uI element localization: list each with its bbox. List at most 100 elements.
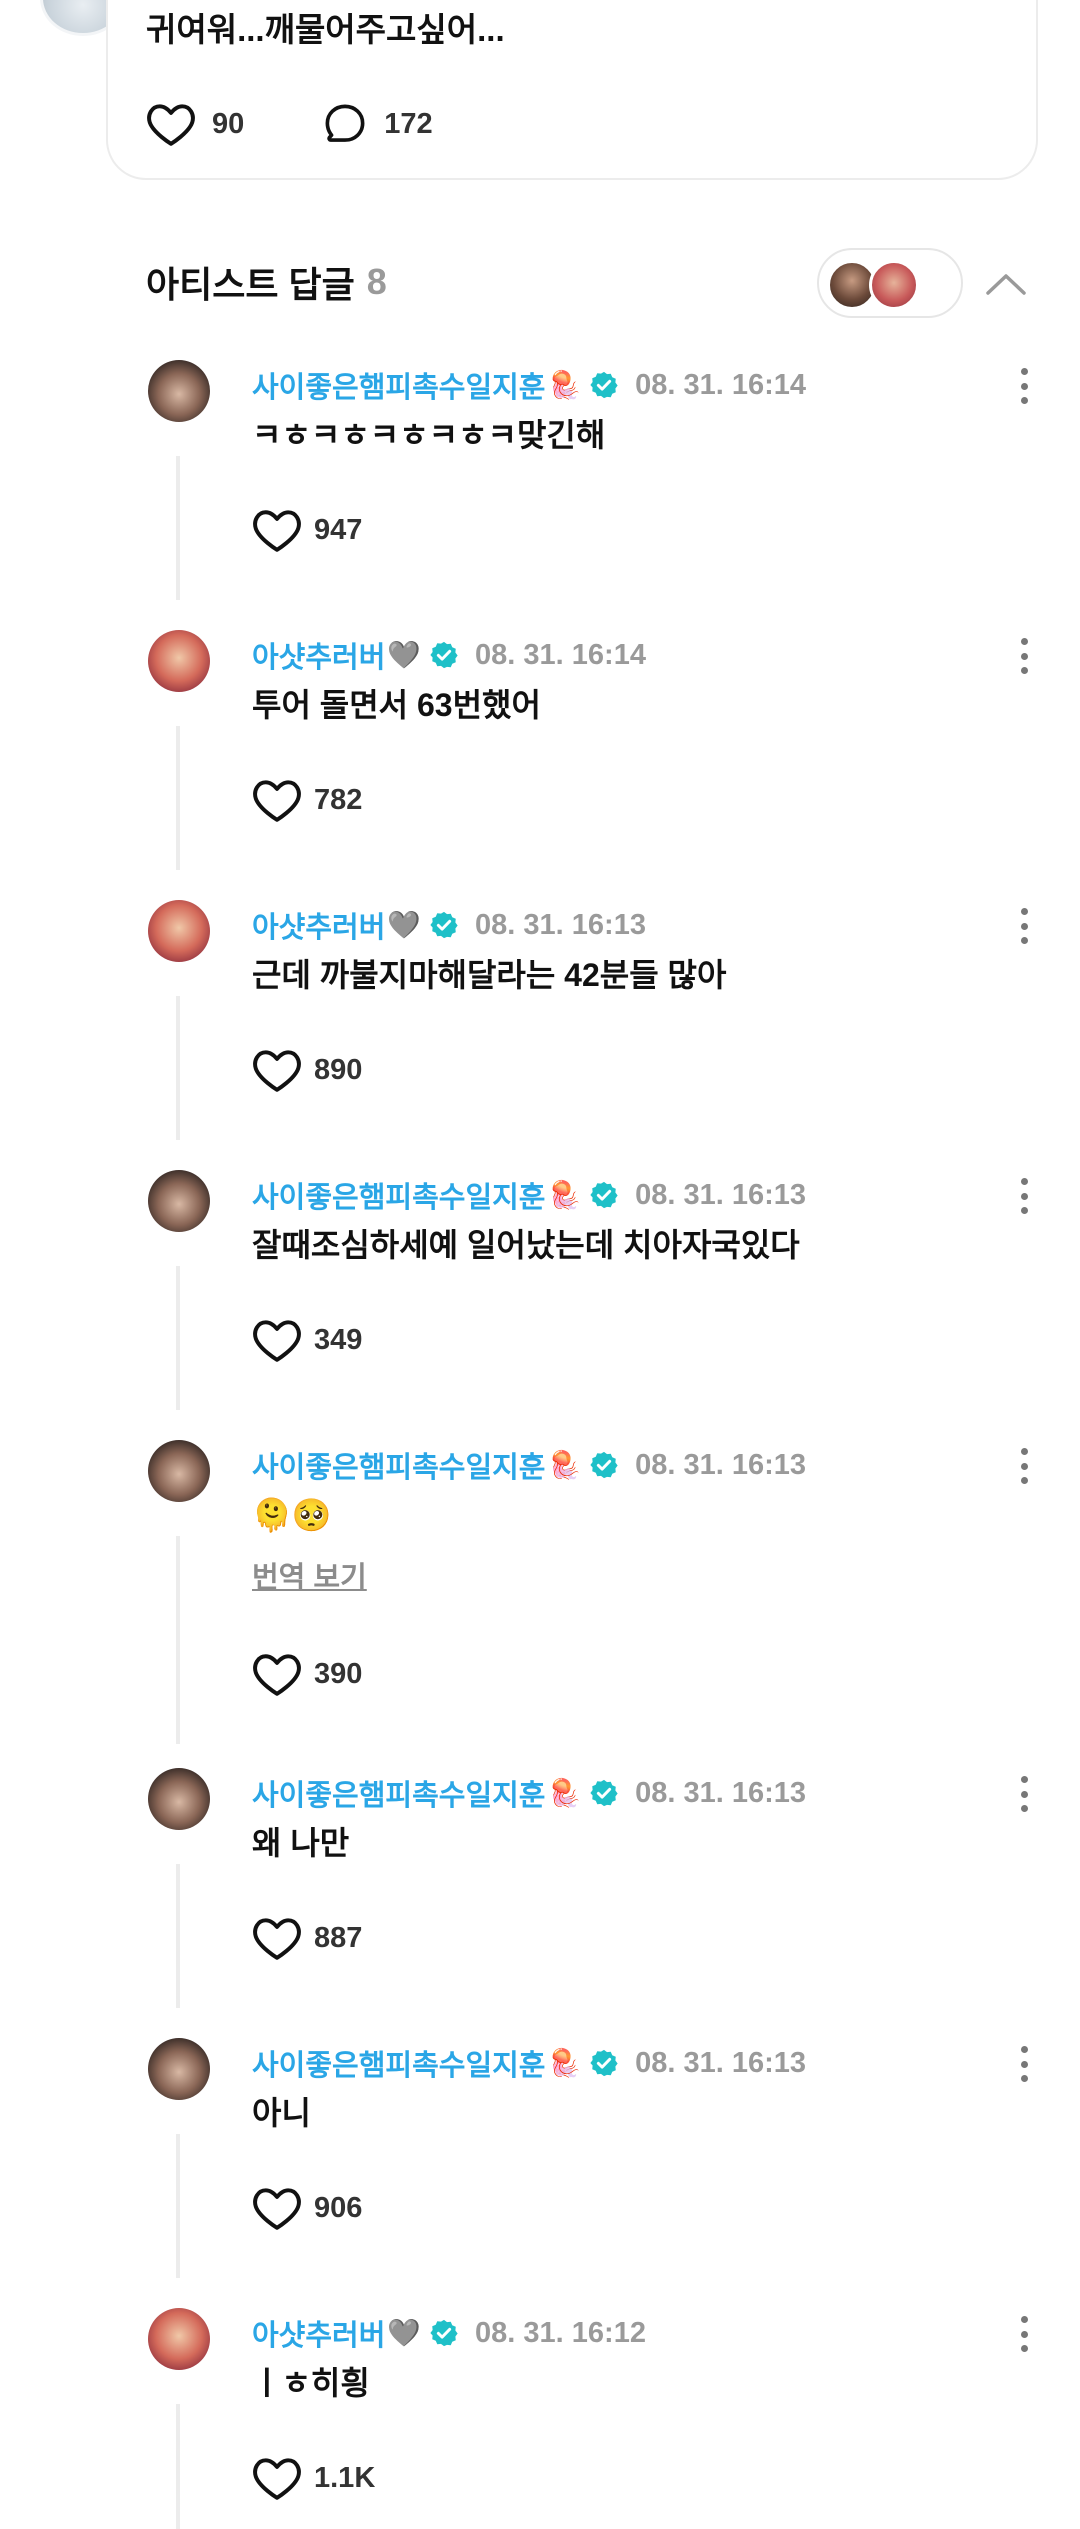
verified-badge-icon (589, 1778, 619, 1808)
reply-item: 사이좋은햄피촉수일지훈 🪼 08. 31. 16:13 왜 나만 887 (0, 1768, 1080, 2028)
speech-bubble-icon (325, 104, 365, 142)
verified-badge-icon (589, 2048, 619, 2078)
reply-author[interactable]: 사이좋은햄피촉수일지훈 (252, 1444, 545, 1486)
reply-item: 아샷추러버 🩶 08. 31. 16:12 ㅣㅎ히힁 1.1K (0, 2308, 1080, 2529)
reply-meta: 사이좋은햄피촉수일지훈 🪼 08. 31. 16:13 (252, 2040, 806, 2086)
reply-meta: 사이좋은햄피촉수일지훈 🪼 08. 31. 16:13 (252, 1770, 806, 1816)
reply-like-count: 947 (314, 513, 363, 546)
reply-meta: 사이좋은햄피촉수일지훈 🪼 08. 31. 16:14 (252, 362, 806, 408)
reply-like-button[interactable]: 390 (252, 1646, 362, 1702)
reply-time: 08. 31. 16:14 (635, 368, 807, 401)
reply-text: 근데 까불지마해달라는 42분들 많아 (252, 957, 727, 993)
fan-post-text: 귀여워...깨물어주고싶어... (146, 11, 505, 48)
reply-time: 08. 31. 16:13 (635, 2046, 807, 2079)
reply-time: 08. 31. 16:14 (475, 638, 646, 671)
section-title: 아티스트 답글 (146, 264, 355, 305)
reply-item: 아샷추러버 🩶 08. 31. 16:13 근데 까불지마해달라는 42분들 많… (0, 900, 1080, 1160)
reply-like-button[interactable]: 947 (252, 502, 362, 558)
reply-author[interactable]: 사이좋은햄피촉수일지훈 (252, 1772, 545, 1814)
reply-like-button[interactable]: 887 (252, 1910, 362, 1966)
reply-avatar[interactable] (148, 1170, 210, 1232)
reply-item: 아샷추러버 🩶 08. 31. 16:14 투어 돌면서 63번했어 782 (0, 630, 1080, 890)
reply-like-button[interactable]: 1.1K (252, 2450, 375, 2506)
reply-text: ㅣㅎ히힁 (252, 2365, 370, 2401)
more-options-button[interactable] (1012, 1444, 1036, 1488)
author-emoji: 🪼 (547, 1180, 582, 1210)
collapse-button[interactable] (980, 258, 1032, 310)
heart-outline-icon (253, 1320, 301, 1362)
author-emoji: 🩶 (387, 910, 422, 940)
section-count: 8 (366, 261, 387, 302)
reply-time: 08. 31. 16:13 (635, 1448, 807, 1481)
heart-outline-icon (253, 2188, 301, 2230)
reply-like-count: 887 (314, 1921, 363, 1954)
verified-badge-icon (589, 1450, 619, 1480)
artist-avatar-asha (869, 260, 919, 310)
fan-post-comment-count: 172 (384, 107, 433, 140)
reply-item: 사이좋은햄피촉수일지훈 🪼 08. 31. 16:13 아니 906 (0, 2038, 1080, 2298)
reply-time: 08. 31. 16:13 (475, 908, 646, 941)
more-options-button[interactable] (1012, 1772, 1036, 1816)
reply-text: 잘때조심하세예 일어났는데 치아자국있다 (252, 1227, 800, 1263)
heart-outline-icon (253, 510, 301, 552)
reply-like-button[interactable]: 906 (252, 2180, 362, 2236)
heart-outline-icon (147, 104, 195, 146)
reply-meta: 사이좋은햄피촉수일지훈 🪼 08. 31. 16:13 (252, 1442, 806, 1488)
reply-text: 아니 (252, 2095, 311, 2131)
fan-post-comment-button[interactable]: 172 (322, 101, 433, 147)
reply-avatar[interactable] (148, 900, 210, 962)
reply-meta: 아샷추러버 🩶 08. 31. 16:14 (252, 632, 646, 678)
more-options-button[interactable] (1012, 364, 1036, 408)
reply-text: ㅋㅎㅋㅎㅋㅎㅋㅎㅋ맞긴해 (252, 417, 606, 453)
reply-meta: 아샷추러버 🩶 08. 31. 16:13 (252, 902, 646, 948)
reply-author[interactable]: 사이좋은햄피촉수일지훈 (252, 1174, 545, 1216)
reply-avatar[interactable] (148, 360, 210, 422)
author-emoji: 🪼 (547, 2048, 582, 2078)
fan-post-like-button[interactable]: 90 (146, 101, 244, 147)
reply-author[interactable]: 사이좋은햄피촉수일지훈 (252, 364, 545, 406)
reply-item: 사이좋은햄피촉수일지훈 🪼 08. 31. 16:13 🫠🥺 번역 보기 390 (0, 1440, 1080, 1764)
translate-link[interactable]: 번역 보기 (252, 1554, 367, 1596)
more-options-button[interactable] (1012, 634, 1036, 678)
verified-badge-icon (429, 640, 459, 670)
reply-author[interactable]: 아샷추러버 (252, 2312, 385, 2354)
verified-badge-icon (589, 1180, 619, 1210)
reply-like-button[interactable]: 349 (252, 1312, 362, 1368)
fan-post-actions: 90 172 (146, 96, 511, 152)
more-options-button[interactable] (1012, 2312, 1036, 2356)
reply-text: 🫠🥺 (252, 1497, 332, 1533)
heart-outline-icon (253, 2458, 301, 2500)
heart-outline-icon (253, 1050, 301, 1092)
reply-time: 08. 31. 16:12 (475, 2316, 646, 2349)
reply-like-count: 782 (314, 783, 363, 816)
reply-author[interactable]: 아샷추러버 (252, 904, 385, 946)
reply-avatar[interactable] (148, 1768, 210, 1830)
verified-badge-icon (429, 2318, 459, 2348)
reply-author[interactable]: 사이좋은햄피촉수일지훈 (252, 2042, 545, 2084)
reply-text: 왜 나만 (252, 1825, 350, 1861)
reply-avatar[interactable] (148, 1440, 210, 1502)
reply-like-count: 906 (314, 2191, 363, 2224)
reply-like-count: 349 (314, 1323, 363, 1356)
reply-item: 사이좋은햄피촉수일지훈 🪼 08. 31. 16:14 ㅋㅎㅋㅎㅋㅎㅋㅎㅋ맞긴해… (0, 360, 1080, 620)
reply-meta: 아샷추러버 🩶 08. 31. 16:12 (252, 2310, 646, 2356)
reply-meta: 사이좋은햄피촉수일지훈 🪼 08. 31. 16:13 (252, 1172, 806, 1218)
reply-like-count: 890 (314, 1053, 363, 1086)
artist-avatars-pill[interactable] (817, 248, 963, 318)
reply-text: 투어 돌면서 63번했어 (252, 687, 541, 723)
reply-like-count: 390 (314, 1657, 363, 1690)
reply-like-button[interactable]: 890 (252, 1042, 362, 1098)
more-options-button[interactable] (1012, 1174, 1036, 1218)
reply-avatar[interactable] (148, 2308, 210, 2370)
reply-like-button[interactable]: 782 (252, 772, 362, 828)
more-options-button[interactable] (1012, 2042, 1036, 2086)
author-emoji: 🩶 (387, 2318, 422, 2348)
reply-time: 08. 31. 16:13 (635, 1776, 807, 1809)
reply-avatar[interactable] (148, 630, 210, 692)
reply-author[interactable]: 아샷추러버 (252, 634, 385, 676)
more-options-button[interactable] (1012, 904, 1036, 948)
verified-badge-icon (589, 370, 619, 400)
reply-avatar[interactable] (148, 2038, 210, 2100)
author-emoji: 🪼 (547, 370, 582, 400)
reply-item: 사이좋은햄피촉수일지훈 🪼 08. 31. 16:13 잘때조심하세예 일어났는… (0, 1170, 1080, 1430)
